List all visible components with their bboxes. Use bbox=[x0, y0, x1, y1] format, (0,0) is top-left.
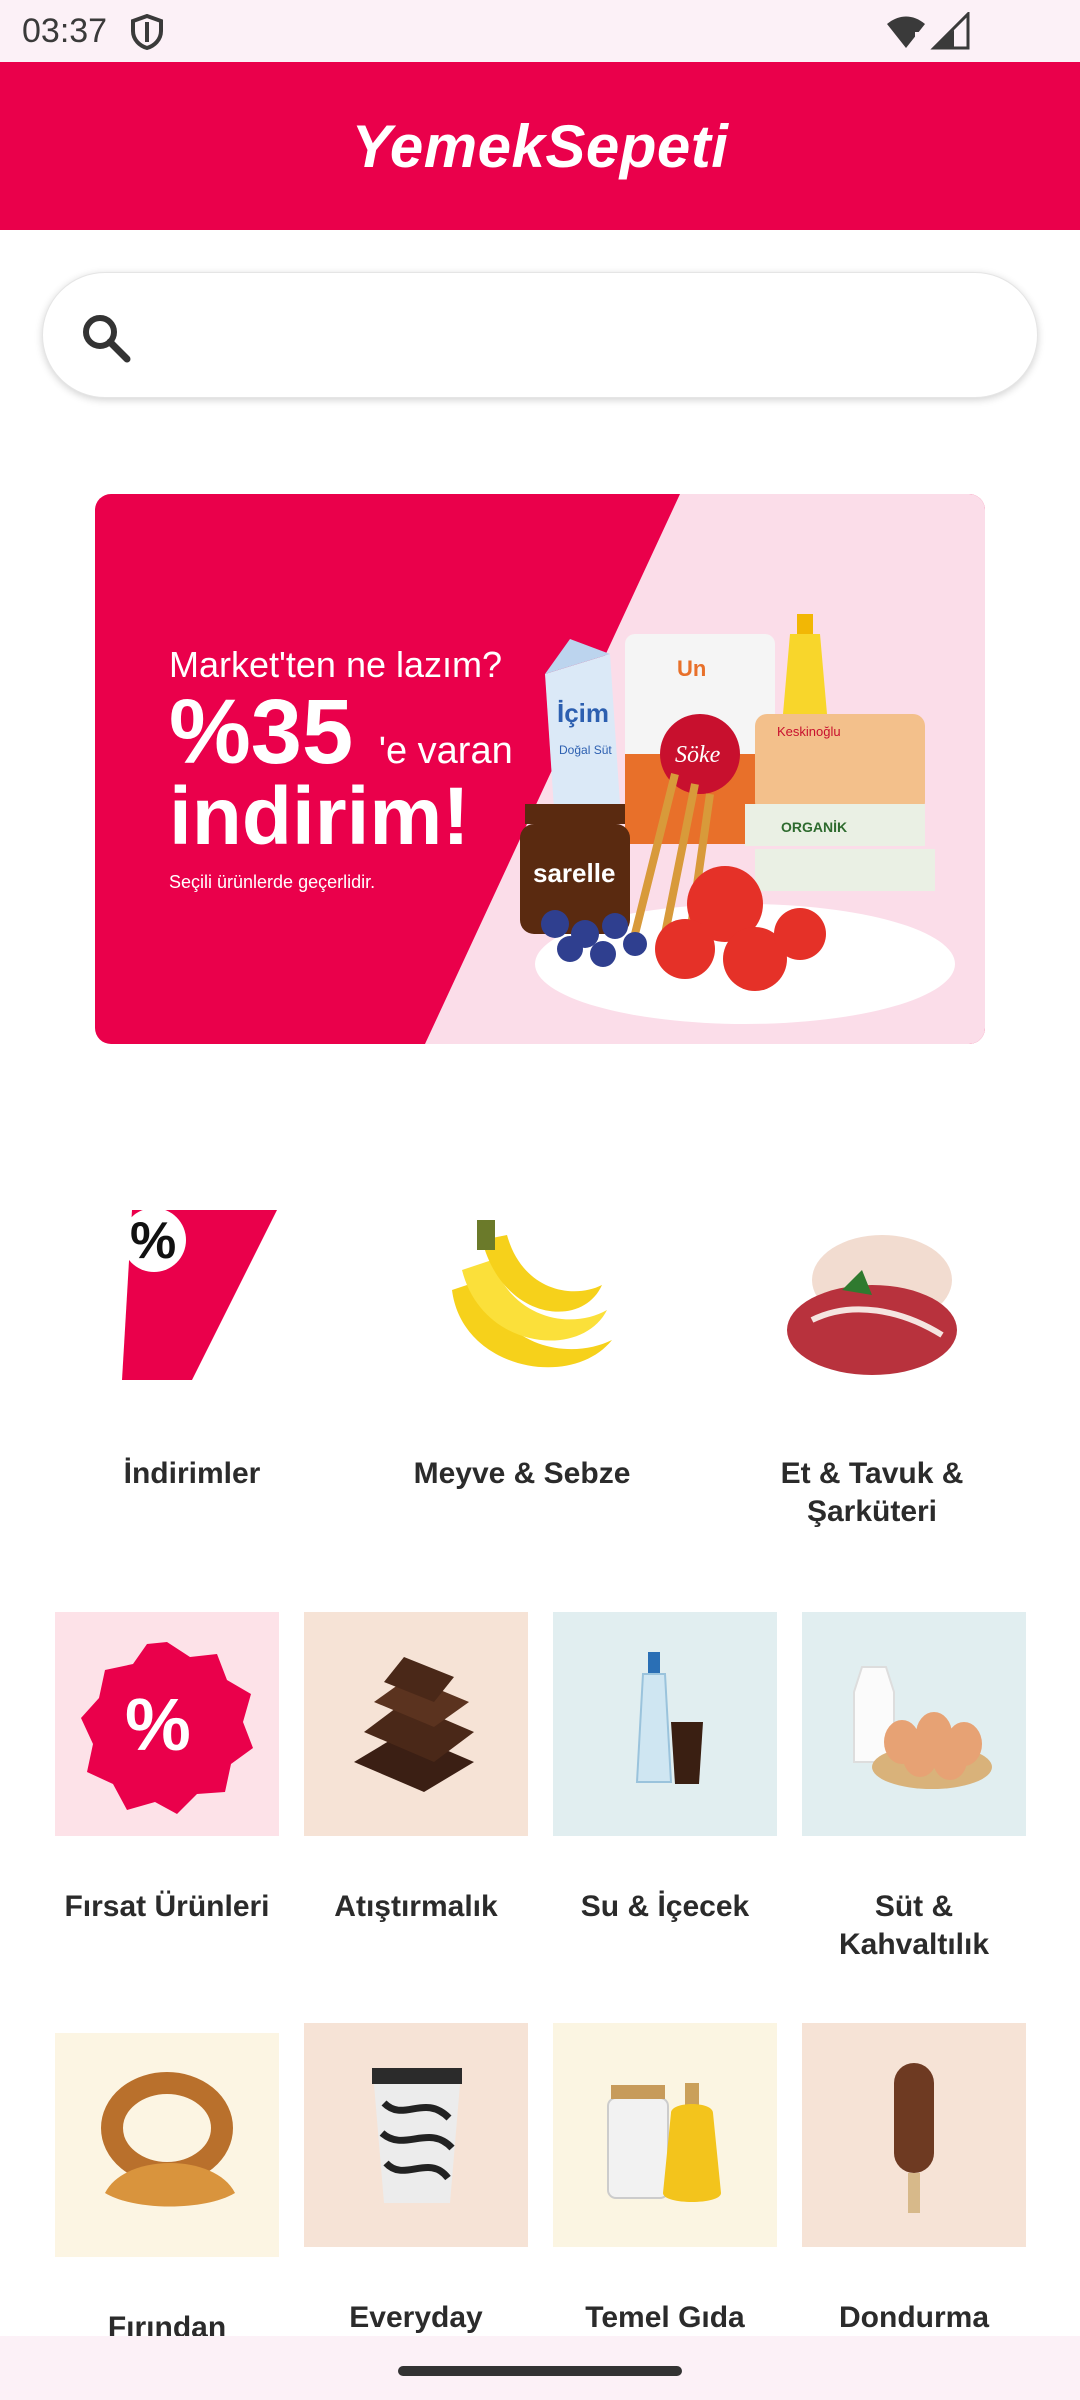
svg-text:%: % bbox=[125, 1683, 191, 1766]
search-input[interactable] bbox=[153, 303, 993, 369]
category-label: Fırsat Ürünleri bbox=[64, 1890, 270, 1923]
category-et-tavuk[interactable]: Et & Tavuk & Şarküteri bbox=[722, 1200, 1022, 1531]
category-sut-kahvaltilik[interactable]: Süt & Kahvaltılık bbox=[802, 1612, 1026, 1964]
category-temel-gida[interactable]: Temel Gıda bbox=[553, 2023, 777, 2337]
category-label: Meyve & Sebze bbox=[413, 1457, 631, 1490]
category-label: Atıştırmalık bbox=[334, 1890, 498, 1923]
home-gesture-handle[interactable] bbox=[398, 2366, 682, 2376]
banana-icon bbox=[452, 1220, 612, 1368]
category-everyday-departure[interactable]: Everyday Departure bbox=[304, 2023, 528, 2375]
category-dondurma[interactable]: Dondurma bbox=[802, 2023, 1026, 2337]
brand-logo: YemekSepeti bbox=[351, 112, 729, 180]
milk-carton-icon bbox=[545, 639, 620, 824]
milk-sub-label: Doğal Süt bbox=[559, 743, 612, 757]
shield-icon bbox=[131, 14, 163, 50]
signal-icon bbox=[930, 12, 970, 50]
meat-icon bbox=[787, 1235, 957, 1375]
svg-text:%: % bbox=[130, 1212, 176, 1270]
drinks-icon bbox=[635, 1652, 703, 1784]
category-su-icecek[interactable]: Su & İçecek bbox=[553, 1612, 777, 1926]
oil-bottle-icon bbox=[783, 614, 827, 714]
banner-discount-suffix: 'e varan bbox=[378, 730, 513, 772]
banner-note: Seçili ürünlerde geçerlidir. bbox=[169, 872, 376, 892]
category-atistirmalik[interactable]: Atıştırmalık bbox=[304, 1612, 528, 1926]
status-time: 03:37 bbox=[22, 12, 108, 50]
banner-headline: indirim! bbox=[169, 771, 470, 862]
ice-cream-icon bbox=[894, 2063, 934, 2213]
discount-arrow-icon: % bbox=[122, 1208, 277, 1380]
system-nav-bar bbox=[0, 2336, 1080, 2400]
category-firsat-urunleri[interactable]: % Fırsat Ürünleri bbox=[55, 1612, 279, 1926]
category-label: Dondurma bbox=[839, 2301, 989, 2334]
category-firindan[interactable]: Fırından bbox=[55, 2033, 279, 2347]
category-label: Et & Tavuk & Şarküteri bbox=[780, 1457, 964, 1528]
app-header: YemekSepeti bbox=[0, 62, 1080, 230]
category-label: Temel Gıda bbox=[585, 2301, 745, 2334]
wifi-icon bbox=[887, 16, 925, 48]
banner-line1: Market'ten ne lazım? bbox=[169, 644, 503, 685]
category-label: Süt & Kahvaltılık bbox=[838, 1890, 990, 1961]
category-label: Su & İçecek bbox=[580, 1890, 750, 1923]
coffee-cup-icon bbox=[372, 2068, 462, 2203]
percent-badge-icon: % bbox=[81, 1642, 253, 1814]
chocolate-icon bbox=[354, 1657, 474, 1792]
oil-jar-icon bbox=[607, 2083, 721, 2202]
category-label: İndirimler bbox=[123, 1457, 261, 1490]
milk-brand-label: İçim bbox=[557, 698, 609, 728]
search-bar[interactable] bbox=[42, 272, 1038, 398]
category-meyve-sebze[interactable]: Meyve & Sebze bbox=[372, 1200, 672, 1493]
category-indirimler[interactable]: % İndirimler bbox=[42, 1200, 342, 1493]
banner-discount-value: %35 bbox=[169, 681, 354, 783]
grocery-products-image: İçim Doğal Süt Un Söke Keskinoğlu ORGANİ… bbox=[520, 614, 955, 1024]
search-icon[interactable] bbox=[79, 311, 131, 363]
promo-banner[interactable]: Market'ten ne lazım? %35 'e varan indiri… bbox=[95, 494, 985, 1044]
meat-brand-label: Keskinoğlu bbox=[777, 724, 841, 739]
status-bar: 03:37 bbox=[0, 0, 1080, 62]
flour-brand-label: Söke bbox=[675, 742, 721, 768]
spread-brand-label: sarelle bbox=[533, 858, 615, 888]
egg-box-label: ORGANİK bbox=[781, 819, 847, 835]
simit-croissant-icon bbox=[101, 2072, 235, 2207]
milk-eggs-icon bbox=[853, 1666, 992, 1789]
flour-label: Un bbox=[677, 656, 706, 681]
